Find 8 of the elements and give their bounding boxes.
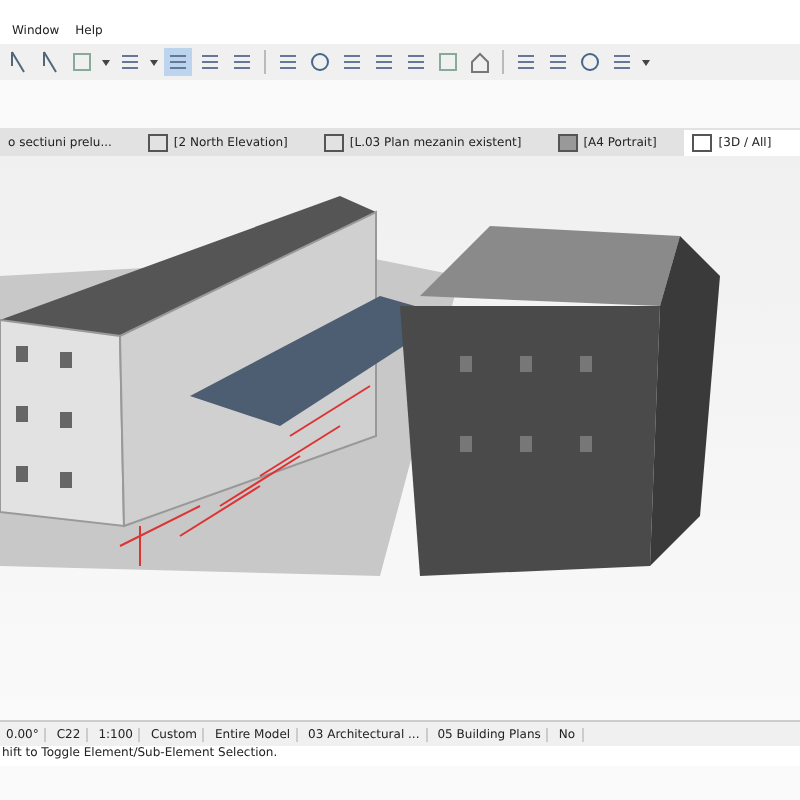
view-icon [147, 133, 168, 151]
view-icon [557, 133, 578, 151]
search-icon[interactable] [306, 48, 334, 76]
view-icon [323, 133, 344, 151]
tool-icon[interactable] [466, 48, 494, 76]
tool-icon[interactable] [434, 48, 462, 76]
tool-icon[interactable] [576, 48, 604, 76]
view-icon [692, 133, 713, 151]
